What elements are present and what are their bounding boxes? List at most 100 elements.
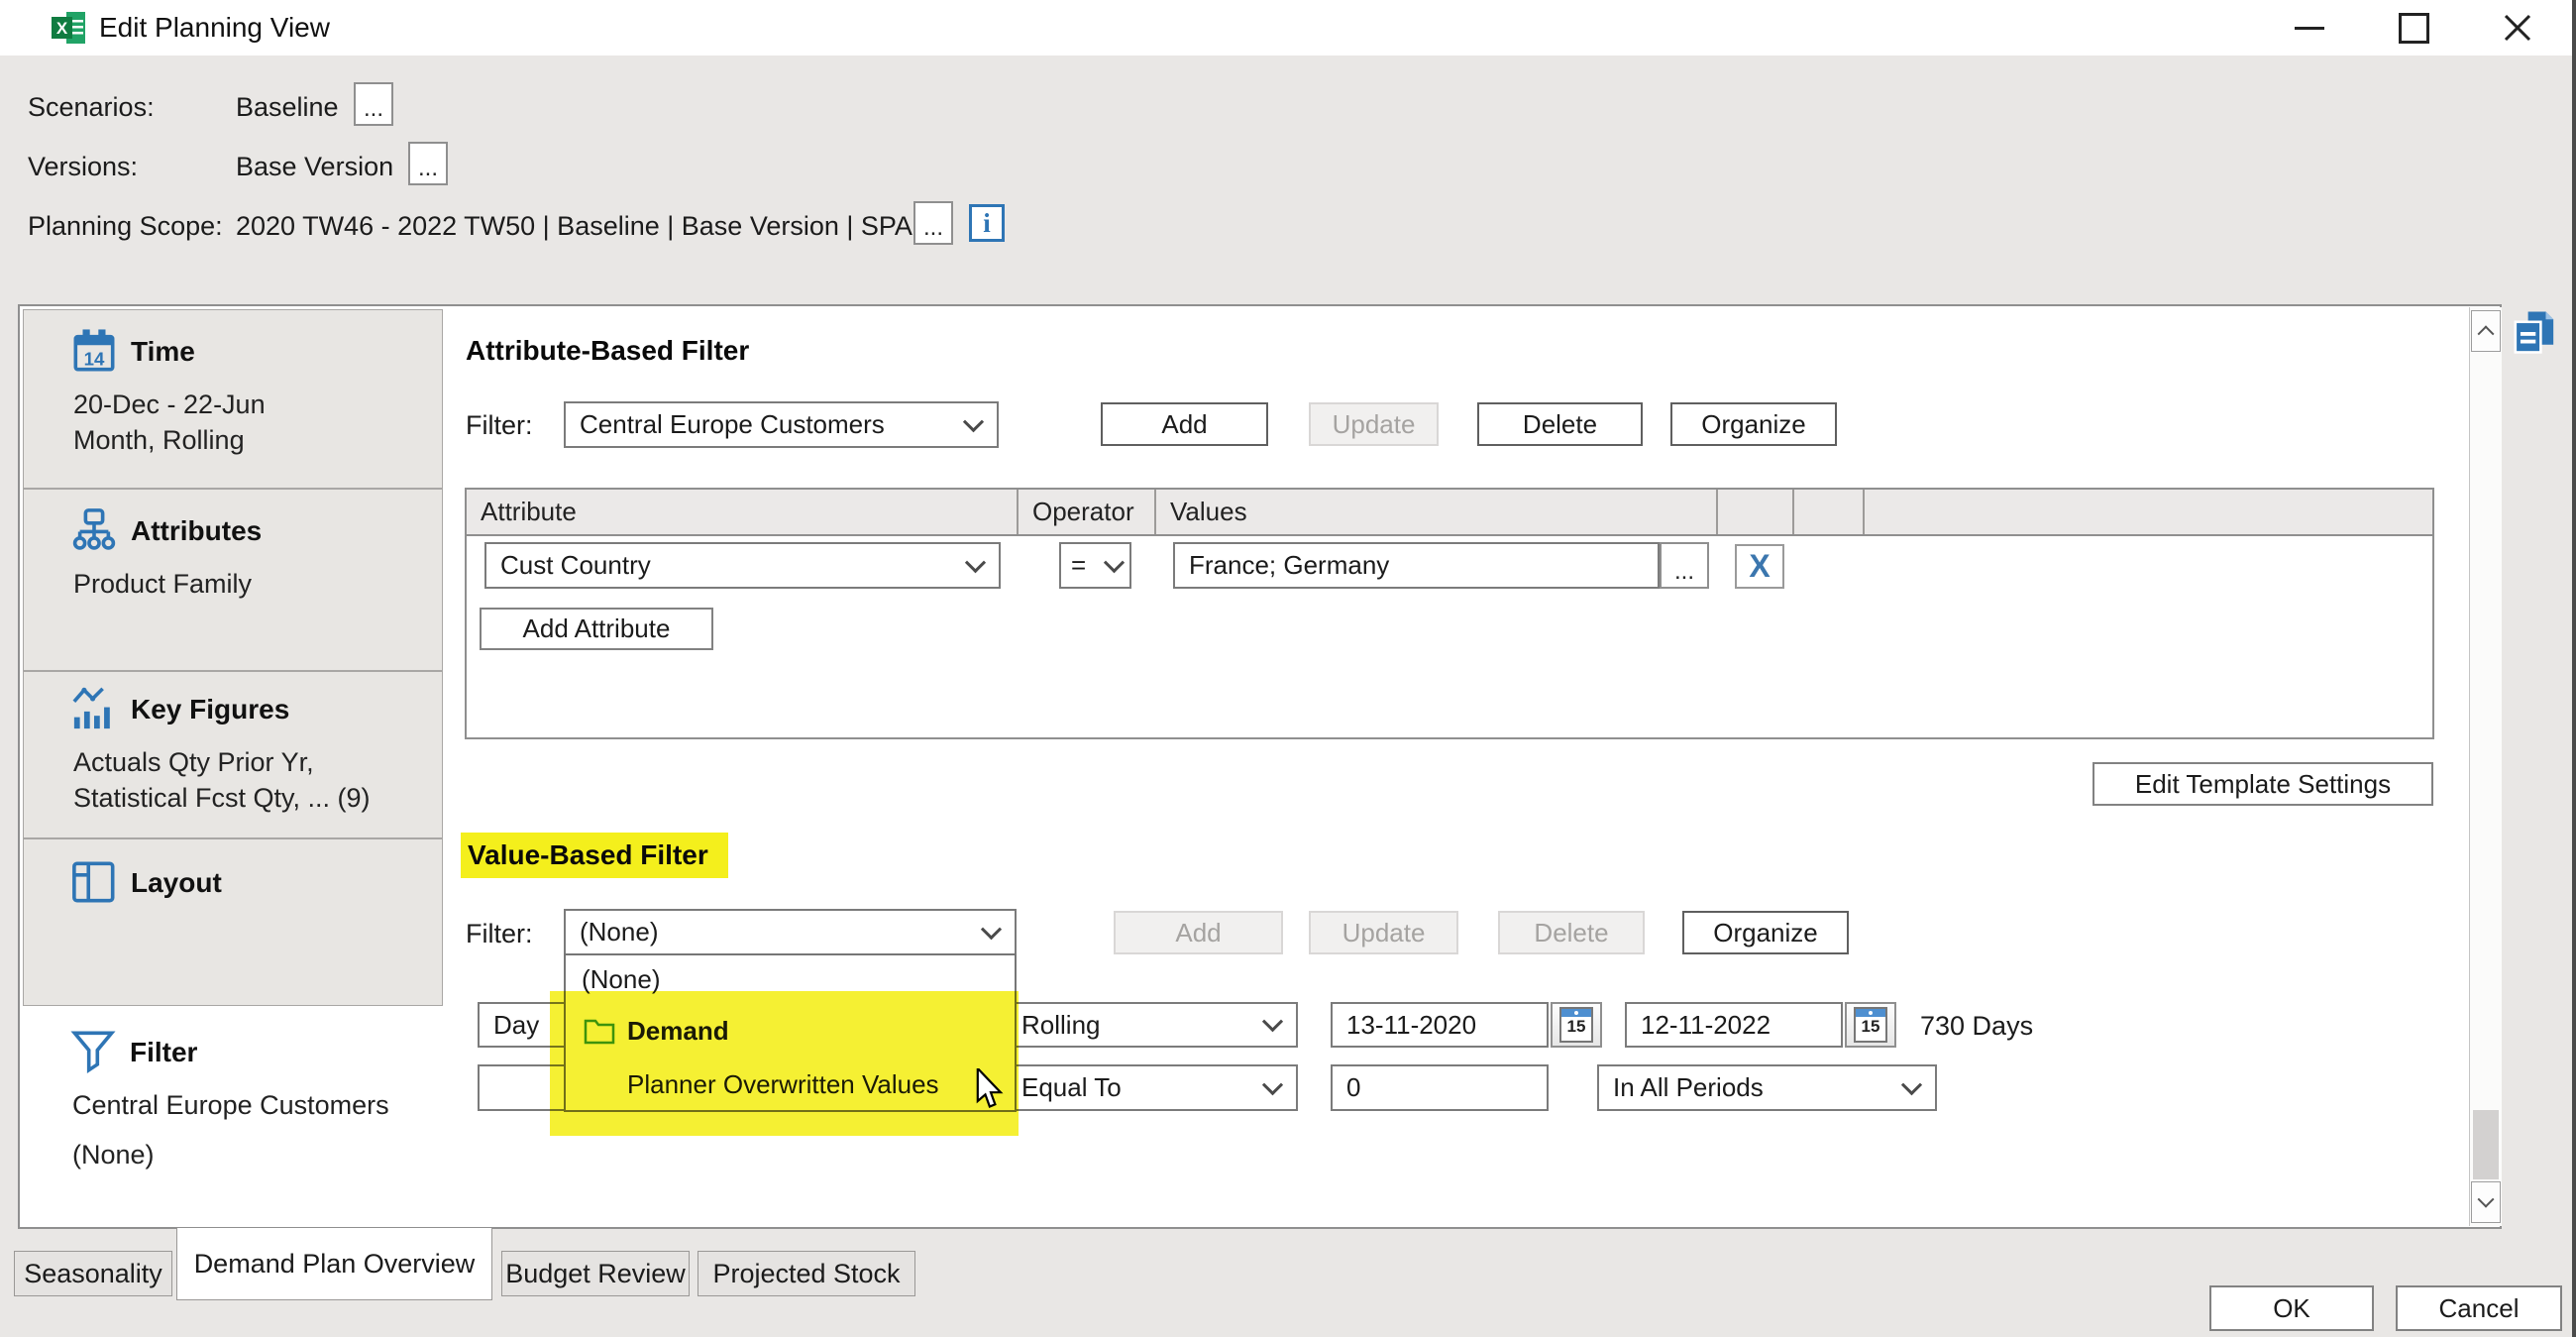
funnel-icon	[70, 1029, 116, 1074]
attribute-update-button: Update	[1309, 402, 1439, 446]
scrollbar-down-button[interactable]	[2471, 1181, 2501, 1223]
sidebar-filter-line2: (None)	[72, 1140, 155, 1170]
value-filter-title: Value-Based Filter	[468, 839, 708, 871]
attribute-row-attribute-combobox[interactable]: Cust Country	[484, 542, 1001, 589]
attribute-filter-combobox[interactable]: Central Europe Customers	[564, 401, 999, 448]
rolling-value: Rolling	[1021, 1010, 1101, 1041]
folder-icon	[584, 1017, 615, 1045]
calendar-picker-icon: 15	[1559, 1007, 1593, 1043]
col-header-values: Values	[1156, 490, 1718, 534]
sidebar-attributes-label: Attributes	[131, 515, 262, 547]
value-delete-button: Delete	[1498, 911, 1645, 954]
tab-demand-plan-overview[interactable]: Demand Plan Overview	[176, 1228, 492, 1300]
date-to-calendar-button[interactable]: 15	[1845, 1002, 1896, 1048]
svg-text:14: 14	[84, 348, 105, 369]
value-update-button: Update	[1309, 911, 1458, 954]
maximize-button[interactable]	[2379, 3, 2448, 53]
tab-budget-review[interactable]: Budget Review	[501, 1251, 690, 1296]
sidebar-filter-line1: Central Europe Customers	[72, 1090, 389, 1121]
dropdown-item-planner-overwritten-values[interactable]: Planner Overwritten Values	[566, 1058, 1015, 1110]
threshold-input[interactable]: 0	[1331, 1064, 1549, 1111]
attribute-add-button[interactable]: Add	[1101, 402, 1268, 446]
chevron-down-icon	[981, 919, 1002, 940]
sidebar-item-attributes[interactable]: Attributes Product Family	[23, 489, 443, 671]
period-scope-value: In All Periods	[1613, 1072, 1764, 1103]
scenarios-value: Baseline	[236, 90, 339, 124]
versions-value: Base Version	[236, 150, 393, 183]
attribute-row-operator-combobox[interactable]: =	[1059, 542, 1131, 589]
minimize-button[interactable]	[2275, 3, 2344, 53]
threshold-value: 0	[1346, 1072, 1360, 1103]
planning-scope-value: 2020 TW46 - 2022 TW50 | Baseline | Base …	[236, 209, 912, 243]
attribute-row-browse-button[interactable]: ...	[1660, 542, 1709, 589]
chevron-down-icon	[1104, 552, 1125, 573]
chevron-down-icon	[965, 552, 986, 573]
duration-text: 730 Days	[1920, 1009, 2033, 1043]
col-header-empty3	[1865, 490, 2432, 534]
attribute-delete-button[interactable]: Delete	[1477, 402, 1643, 446]
scrollbar-up-button[interactable]	[2471, 310, 2501, 352]
add-attribute-button[interactable]: Add Attribute	[480, 608, 713, 650]
vertical-scrollbar[interactable]	[2469, 307, 2502, 1226]
attribute-row-operator-value: =	[1071, 550, 1086, 581]
tab-seasonality[interactable]: Seasonality	[14, 1251, 172, 1296]
value-organize-button[interactable]: Organize	[1682, 911, 1849, 954]
attribute-filter-label: Filter:	[466, 408, 533, 442]
period-type-value: Day	[493, 1010, 539, 1041]
info-icon[interactable]: i	[969, 204, 1005, 242]
edit-template-settings-button[interactable]: Edit Template Settings	[2093, 762, 2433, 806]
edit-planning-view-dialog: X Edit Planning View Scenarios: Baseline…	[0, 0, 2576, 1337]
date-to-value: 12-11-2022	[1641, 1010, 1771, 1041]
value-add-button: Add	[1114, 911, 1283, 954]
col-header-attribute: Attribute	[467, 490, 1019, 534]
value-filter-dropdown-list: (None) Demand Planner Overwritten Values	[564, 953, 1017, 1112]
date-from-input[interactable]: 13-11-2020	[1331, 1002, 1549, 1048]
minimize-icon	[2295, 27, 2324, 30]
calendar-picker-icon: 15	[1854, 1007, 1887, 1043]
scrollbar-thumb[interactable]	[2473, 1110, 2499, 1179]
col-header-empty1	[1718, 490, 1794, 534]
layout-icon	[71, 859, 117, 905]
ok-button[interactable]: OK	[2209, 1285, 2374, 1331]
sidebar-item-time[interactable]: 14 Time 20-Dec - 22-Jun Month, Rolling	[23, 309, 443, 489]
dropdown-item-demand[interactable]: Demand	[566, 1003, 1015, 1058]
sidebar-item-key-figures[interactable]: Key Figures Actuals Qty Prior Yr, Statis…	[23, 671, 443, 838]
window-edge	[2572, 0, 2576, 1337]
date-from-calendar-button[interactable]: 15	[1551, 1002, 1602, 1048]
excel-app-icon: X	[52, 11, 87, 45]
planning-scope-browse-button[interactable]: ...	[913, 201, 953, 245]
copy-pages-icon[interactable]	[2513, 309, 2556, 355]
attribute-row-values-input[interactable]: France; Germany	[1173, 542, 1660, 589]
date-from-value: 13-11-2020	[1346, 1010, 1476, 1041]
planning-scope-label: Planning Scope:	[28, 209, 223, 243]
value-filter-label: Filter:	[466, 917, 533, 950]
chart-icon	[71, 686, 117, 731]
period-scope-combobox[interactable]: In All Periods	[1597, 1064, 1937, 1111]
window-title: Edit Planning View	[99, 0, 330, 56]
maximize-icon	[2399, 13, 2429, 44]
attribute-organize-button[interactable]: Organize	[1670, 402, 1837, 446]
dropdown-item-none[interactable]: (None)	[566, 955, 1015, 1003]
sidebar-layout-label: Layout	[131, 867, 222, 899]
value-filter-combobox[interactable]: (None)	[564, 909, 1017, 955]
attribute-row-attribute-value: Cust Country	[500, 550, 651, 581]
svg-text:X: X	[56, 19, 68, 38]
sidebar-time-line2: Month, Rolling	[73, 425, 245, 456]
col-header-operator: Operator	[1019, 490, 1156, 534]
sidebar-item-layout[interactable]: Layout	[23, 838, 443, 1006]
sidebar-key-figures-line2: Statistical Fcst Qty, ... (9)	[73, 783, 371, 814]
close-button[interactable]	[2483, 3, 2552, 53]
tab-projected-stock[interactable]: Projected Stock	[698, 1251, 915, 1296]
operator-combobox[interactable]: Equal To	[1006, 1064, 1298, 1111]
title-bar: X Edit Planning View	[0, 0, 2576, 56]
chevron-up-icon	[2478, 325, 2495, 342]
rolling-combobox[interactable]: Rolling	[1006, 1002, 1298, 1048]
versions-label: Versions:	[28, 150, 138, 183]
date-to-input[interactable]: 12-11-2022	[1625, 1002, 1843, 1048]
sidebar-item-filter[interactable]: Filter Central Europe Customers (None)	[23, 1013, 443, 1221]
chevron-down-icon	[1262, 1011, 1283, 1032]
versions-browse-button[interactable]: ...	[408, 142, 448, 185]
attribute-row-remove-button[interactable]: X	[1735, 544, 1784, 589]
cancel-button[interactable]: Cancel	[2396, 1285, 2562, 1331]
scenarios-browse-button[interactable]: ...	[354, 82, 393, 126]
